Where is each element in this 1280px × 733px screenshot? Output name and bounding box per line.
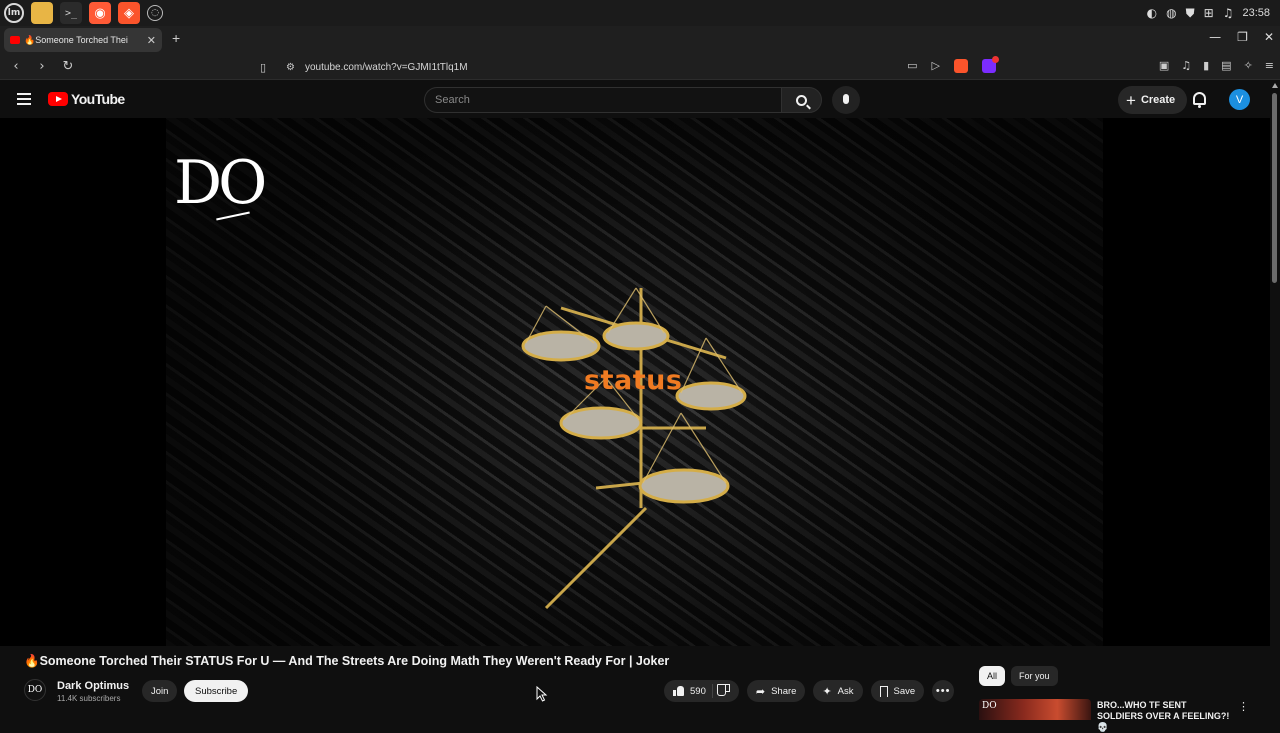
video-frame[interactable]: DO status	[166, 118, 1103, 646]
network-icon[interactable]: ⊞	[1204, 6, 1214, 20]
reload-icon[interactable]: ↻	[58, 59, 78, 74]
voice-search-button[interactable]	[832, 86, 860, 114]
site-settings-icon[interactable]: ⚙	[286, 62, 295, 73]
hamburger-menu-icon[interactable]	[17, 93, 31, 105]
related-video-thumbnail[interactable]: DO	[979, 699, 1091, 720]
forward-icon[interactable]: ›	[32, 59, 52, 74]
leo-ai-icon[interactable]: ✧	[1244, 59, 1253, 72]
channel-name[interactable]: Dark Optimus	[57, 680, 129, 692]
scrollbar-thumb[interactable]	[1272, 93, 1277, 283]
filter-chips: All For you	[979, 666, 1058, 686]
browser-app-icon[interactable]: ◉	[89, 2, 111, 24]
youtube-logo-text: YouTube	[71, 91, 125, 107]
new-tab-button[interactable]: +	[172, 30, 180, 46]
save-bookmark-icon	[879, 685, 888, 697]
minimize-icon[interactable]: —	[1209, 30, 1221, 44]
tray-toggle-icon[interactable]: ◍	[1166, 6, 1176, 20]
related-thumb-watermark: DO	[982, 701, 997, 711]
share-button[interactable]: ➦ Share	[746, 680, 806, 702]
share-icon: ➦	[755, 684, 766, 698]
search-input[interactable]	[435, 94, 781, 106]
page-scrollbar[interactable]	[1270, 81, 1280, 720]
brave-shield-icon[interactable]	[954, 59, 968, 73]
share-label: Share	[771, 685, 797, 697]
cast-icon[interactable]: ▭	[907, 59, 917, 73]
microphone-icon	[843, 94, 849, 104]
system-tray: ◐ ◍ ⛊ ⊞ ♫ 23:58	[1147, 0, 1280, 26]
chip-all[interactable]: All	[979, 666, 1006, 686]
youtube-header: YouTube + Create V	[0, 81, 1272, 118]
create-button[interactable]: + Create	[1118, 86, 1188, 114]
tray-status-icon[interactable]: ◐	[1147, 6, 1157, 20]
create-label: Create	[1140, 94, 1176, 106]
channel-avatar[interactable]: DO	[24, 679, 46, 701]
scales-of-justice-image	[521, 287, 747, 610]
close-window-icon[interactable]: ✕	[1264, 30, 1274, 44]
maximize-icon[interactable]: ❐	[1237, 30, 1248, 44]
youtube-logo[interactable]: YouTube	[48, 91, 125, 107]
back-icon[interactable]: ‹	[6, 59, 26, 74]
browser-menu-icon[interactable]: ≡	[1265, 59, 1274, 72]
wallet-icon[interactable]: ▤	[1221, 59, 1231, 72]
url-text: youtube.com/watch?v=GJMI1tTlq1M	[305, 61, 468, 73]
scroll-up-arrow-icon[interactable]	[1272, 83, 1278, 88]
media-control-icon[interactable]: ♫	[1181, 59, 1191, 72]
related-video-item[interactable]: DO BRO...WHO TF SENT SOLDIERS OVER A FEE…	[979, 699, 1249, 732]
mouse-cursor-icon	[536, 686, 548, 702]
user-avatar[interactable]: V	[1229, 89, 1250, 110]
ask-label: Ask	[837, 685, 854, 697]
tab-title: 🔥Someone Torched Thei	[24, 34, 128, 45]
screenshot-icon[interactable]: ▣	[1159, 59, 1169, 72]
like-divider	[711, 684, 713, 698]
video-brand-watermark: DO	[174, 148, 267, 218]
window-controls: — ❐ ✕	[1209, 30, 1274, 44]
files-app-icon[interactable]	[31, 2, 53, 24]
search-icon	[796, 94, 807, 106]
shield-icon[interactable]: ⛊	[1186, 6, 1195, 21]
bookmark-icon[interactable]: ▯	[260, 61, 266, 74]
browser-navbar: ‹ › ↻ ▯ ⚙ youtube.com/watch?v=GJMI1tTlq1…	[0, 54, 1280, 80]
video-caption: status	[584, 365, 683, 396]
brave-app-icon[interactable]: ◈	[118, 2, 140, 24]
tab-close-icon[interactable]: ✕	[147, 34, 156, 47]
sidebar-icon[interactable]: ▮	[1203, 59, 1209, 72]
sparkle-icon: ✦	[822, 684, 832, 698]
video-actions: 590 ➦ Share ✦ Ask Save •••	[664, 680, 955, 702]
notifications-bell-icon[interactable]	[1193, 92, 1206, 108]
like-count[interactable]: 590	[690, 686, 706, 697]
browser-tab-active[interactable]: 🔥Someone Torched Thei ✕	[4, 28, 162, 52]
youtube-favicon-icon	[10, 36, 20, 44]
brave-rewards-icon[interactable]	[982, 56, 999, 73]
browser-tabbar: 🔥Someone Torched Thei ✕ + — ❐ ✕	[0, 26, 1280, 54]
mint-menu-icon[interactable]: lm	[4, 3, 24, 23]
search-button[interactable]	[781, 87, 822, 113]
subscriber-count: 11.4K subscribers	[57, 694, 121, 703]
like-icon[interactable]	[673, 686, 684, 696]
video-player[interactable]: DO status	[0, 118, 1270, 646]
url-actions: ▭ ▷	[907, 56, 999, 73]
search-box	[424, 87, 781, 113]
youtube-play-icon	[48, 92, 68, 106]
music-icon[interactable]: ♫	[1223, 6, 1234, 20]
ask-button[interactable]: ✦ Ask	[813, 680, 863, 702]
subscribe-button[interactable]: Subscribe	[184, 680, 249, 702]
save-label: Save	[893, 685, 916, 697]
related-more-icon[interactable]: ⋮	[1238, 700, 1249, 713]
more-actions-button[interactable]: •••	[932, 680, 955, 702]
media-icon[interactable]: ▷	[932, 59, 940, 73]
related-video-title[interactable]: BRO...WHO TF SENT SOLDIERS OVER A FEELIN…	[1097, 700, 1231, 733]
address-bar[interactable]: ▯ ⚙ youtube.com/watch?v=GJMI1tTlq1M ▭ ▷	[252, 56, 1002, 78]
browser-toolbar: ▣ ♫ ▮ ▤ ✧ ≡	[1159, 59, 1274, 72]
misc-app-icon[interactable]: ◌	[147, 5, 163, 21]
terminal-app-icon[interactable]: >_	[60, 2, 82, 24]
plus-icon: +	[1126, 90, 1136, 110]
save-button[interactable]: Save	[870, 680, 925, 702]
os-taskbar: lm >_ ◉ ◈ ◌ ◐ ◍ ⛊ ⊞ ♫ 23:58	[0, 0, 1280, 26]
dislike-icon[interactable]	[719, 686, 730, 696]
chip-for-you[interactable]: For you	[1011, 666, 1058, 686]
join-button[interactable]: Join	[142, 680, 178, 702]
clock[interactable]: 23:58	[1242, 7, 1270, 19]
like-dislike-group: 590	[664, 680, 739, 702]
video-title: 🔥Someone Torched Their STATUS For U — An…	[24, 654, 670, 668]
